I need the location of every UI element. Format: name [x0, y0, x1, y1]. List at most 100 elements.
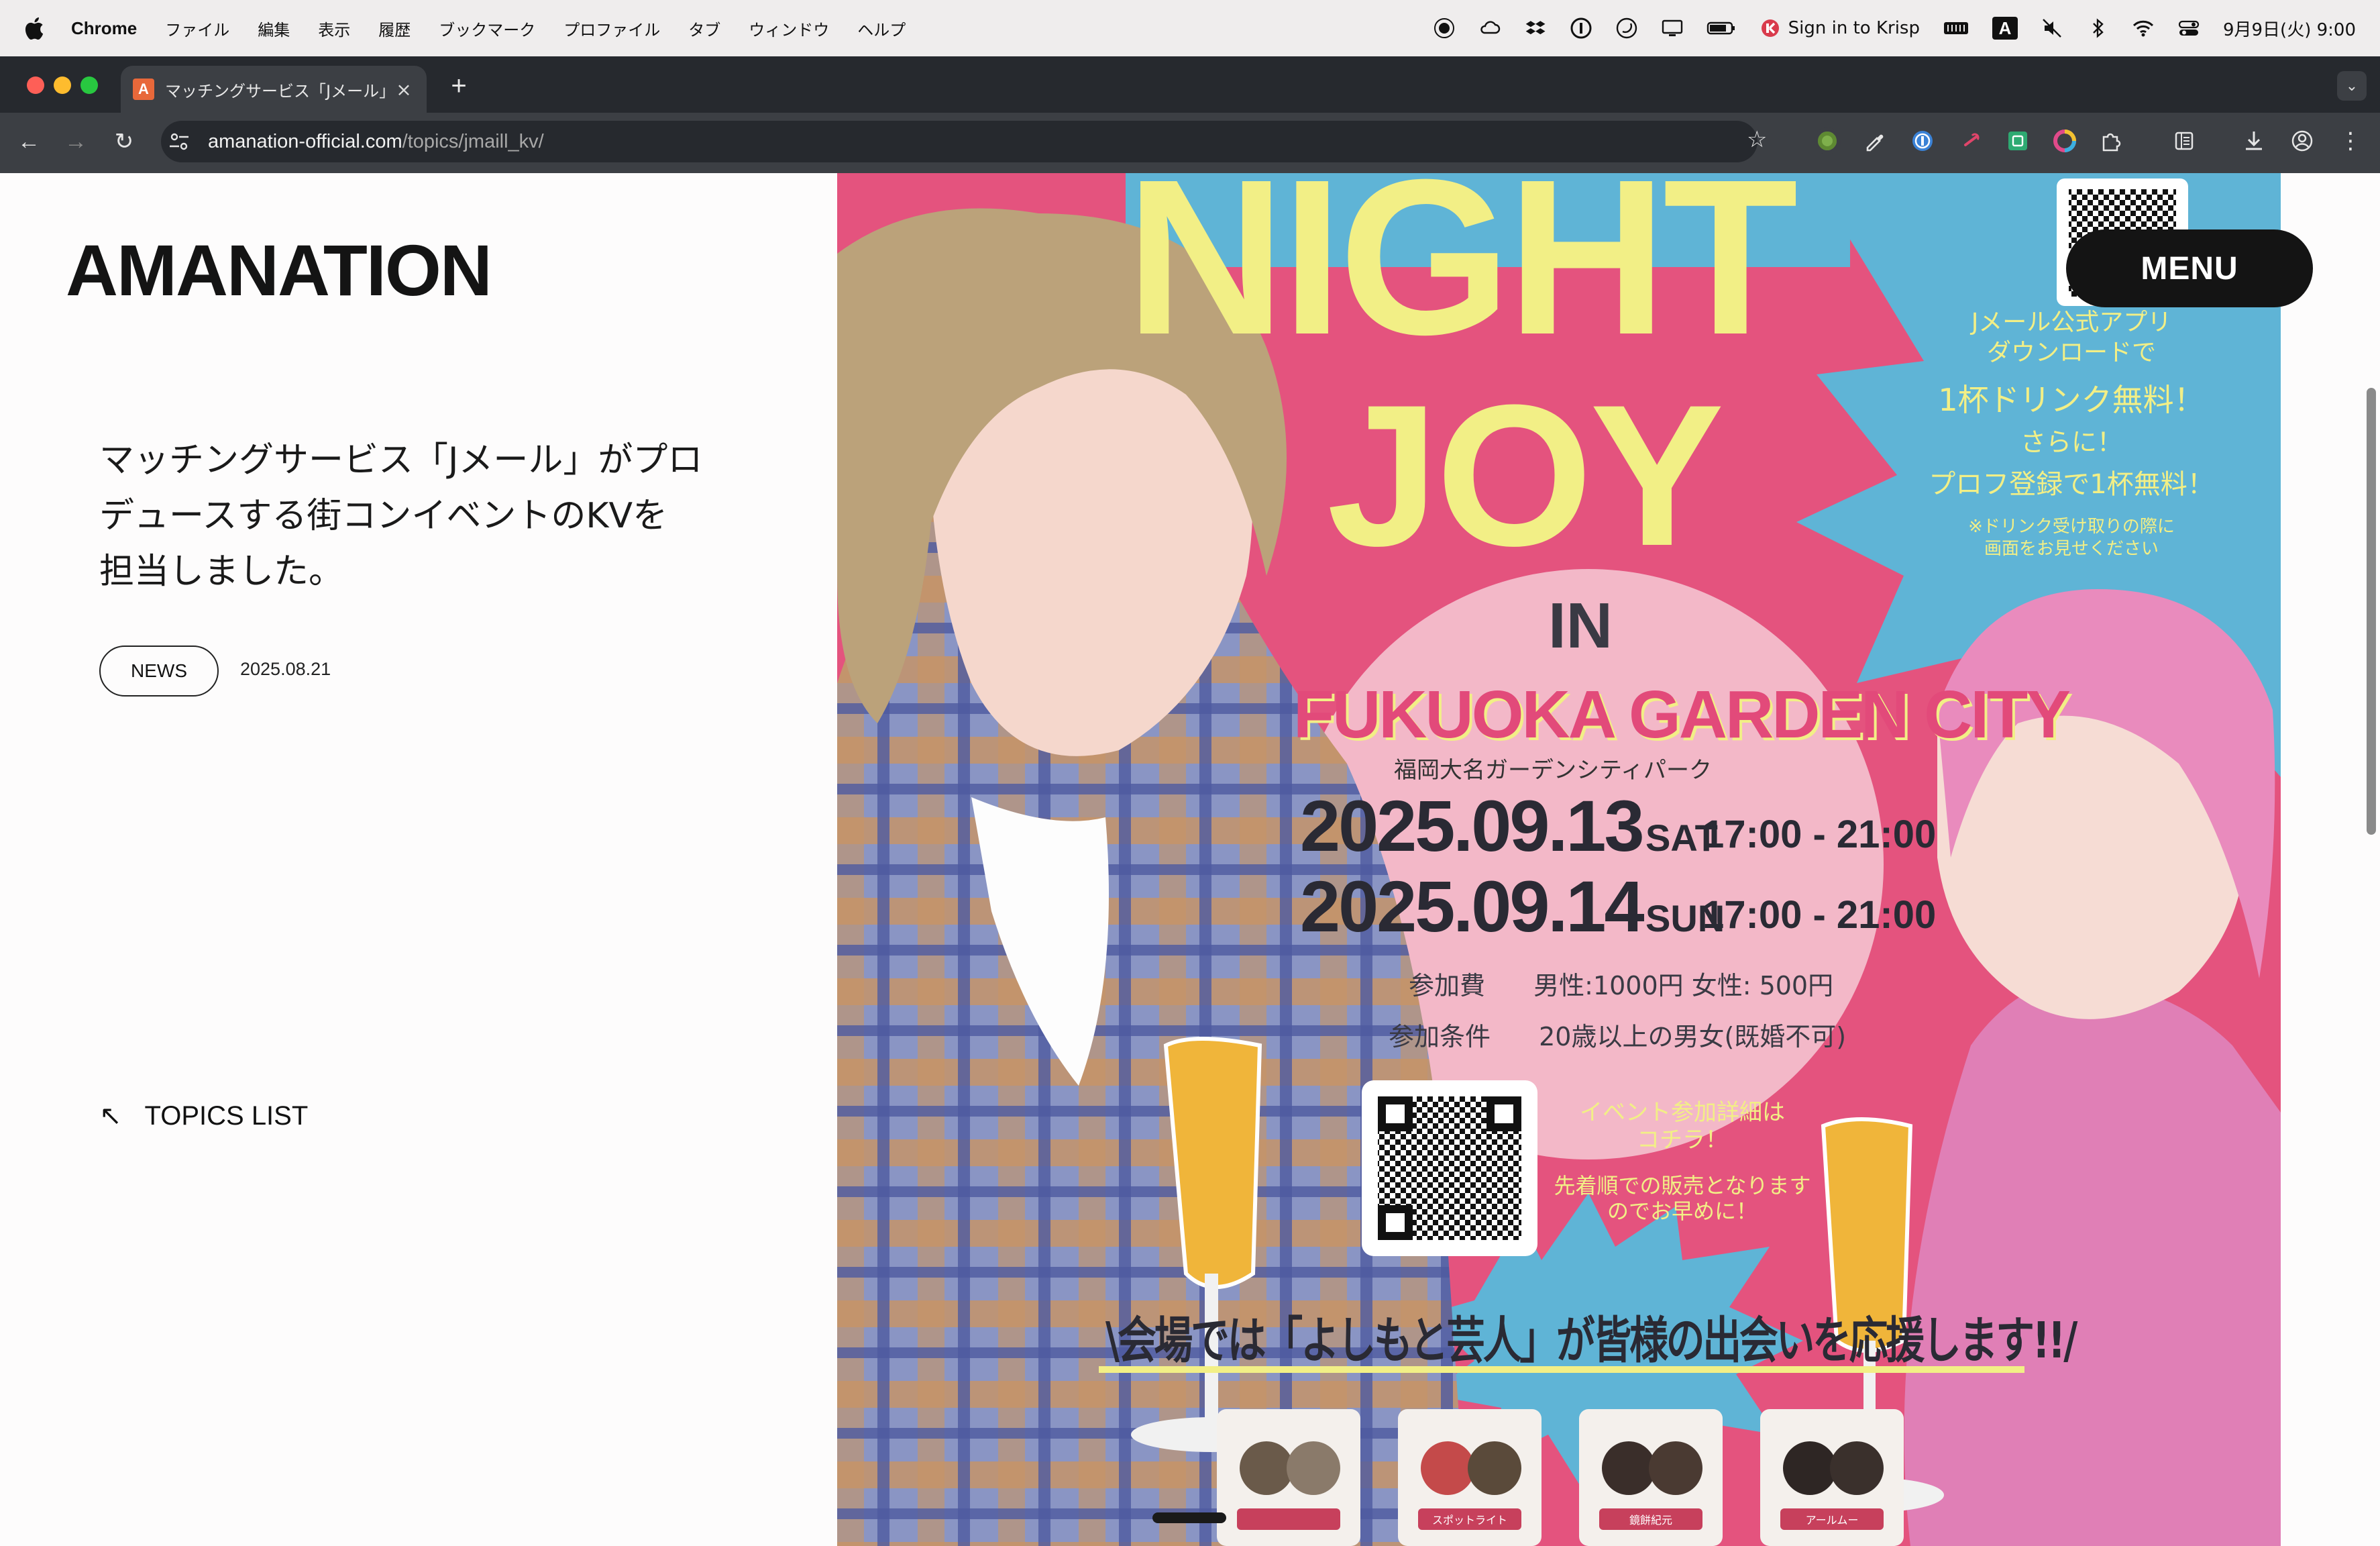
promo-line-3: 1杯ドリンク無料！ — [1938, 382, 2205, 418]
status-area: Sign in to Krisp A 9月9日(火) 9:00 — [1433, 0, 2356, 56]
record-icon[interactable] — [1433, 17, 1456, 40]
new-tab-button[interactable]: + — [443, 70, 475, 102]
details-line-2: コチラ！ — [1637, 1126, 1728, 1153]
topics-list-link[interactable]: ↖ TOPICS LIST — [99, 1100, 308, 1131]
poster-date-1: 2025.09.13 SAT — [1300, 784, 1718, 868]
clock[interactable]: 9月9日(火) 9:00 — [2223, 16, 2356, 41]
publish-date: 2025.08.21 — [240, 659, 331, 679]
poster-fee-row: 参加費 男性:1000円 女性: 500円 — [1409, 965, 1833, 1002]
display-icon[interactable] — [1661, 17, 1684, 40]
apple-logo-icon[interactable] — [24, 15, 47, 42]
download-icon[interactable] — [2240, 127, 2267, 154]
promo-line-2: ダウンロードで — [1986, 339, 2156, 366]
reload-icon[interactable]: ↻ — [107, 125, 141, 158]
tab-search-chevron-icon[interactable]: ⌄ — [2337, 71, 2367, 101]
chrome-menu-kebab-icon[interactable]: ⋮ — [2337, 127, 2364, 154]
forward-arrow-icon[interactable]: → — [59, 125, 93, 158]
close-window-button[interactable] — [27, 76, 44, 94]
promo-line-7: 画面をお見せください — [1984, 538, 2159, 559]
volume-muted-icon[interactable] — [2041, 17, 2063, 40]
extension-green-icon[interactable] — [1814, 127, 1841, 154]
profile-avatar-icon[interactable] — [2289, 127, 2316, 154]
puzzle-extensions-icon[interactable] — [2098, 127, 2125, 154]
details-line-1: イベント参加詳細は — [1580, 1099, 1785, 1126]
promo-line-1: Jメール公式アプリ — [1971, 309, 2172, 336]
performer-label-2: スポットライト — [1431, 1514, 1507, 1527]
system-menubar: Chrome ファイル 編集 表示 履歴 ブックマーク プロファイル タブ ウィ… — [0, 0, 2380, 56]
keyboard-brightness-icon[interactable] — [1943, 17, 1969, 40]
promo-line-6: ※ドリンク受け取りの際に — [1968, 517, 2175, 537]
carousel-indicator[interactable] — [1152, 1512, 1226, 1523]
poster-banner: \会場では「よしもと芸人」が皆様の出会いを応援します!!/ — [1105, 1312, 2077, 1370]
page-scrollbar[interactable] — [2367, 388, 2376, 835]
poster-promo: Jメール公式アプリ ダウンロードで 1杯ドリンク無料！ さらに！ プロフ登録で1… — [1910, 307, 2232, 560]
menu-view[interactable]: 表示 — [318, 17, 350, 40]
back-arrow-icon[interactable]: ← — [12, 125, 46, 158]
poster-condition-label: 参加条件 — [1389, 1022, 1491, 1051]
wifi-icon[interactable] — [2132, 17, 2155, 40]
poster-time-2: 17:00 - 21:00 — [1702, 893, 1937, 937]
menu-bookmarks[interactable]: ブックマーク — [439, 17, 535, 40]
active-tab[interactable]: A マッチングサービス「Jメール」/ × — [121, 66, 427, 113]
cloud-sync-icon[interactable] — [1478, 17, 1501, 40]
poster-condition-value: 20歳以上の男女(既婚不可) — [1539, 1022, 1847, 1051]
headline-line-3: 担当しました。 — [99, 552, 344, 592]
eyedropper-icon[interactable] — [1861, 127, 1888, 154]
site-logo[interactable]: AMANATION — [66, 228, 492, 312]
poster-fee-label: 参加費 — [1409, 971, 1486, 1000]
app-menus: Chrome ファイル 編集 表示 履歴 ブックマーク プロファイル タブ ウィ… — [71, 0, 934, 56]
poster-time-1: 17:00 - 21:00 — [1702, 813, 1937, 856]
krisp-label: Sign in to Krisp — [1788, 18, 1920, 38]
article-headline: マッチングサービス「Jメール」がプロ デュースする街コンイベントのKVを 担当し… — [99, 433, 703, 600]
poster-in: IN — [1548, 590, 1613, 662]
url-path: /topics/jmaill_kv/ — [402, 130, 544, 152]
menu-help[interactable]: ヘルプ — [857, 17, 906, 40]
control-center-icon[interactable] — [2177, 17, 2200, 40]
menu-edit[interactable]: 編集 — [258, 17, 290, 40]
topics-list-label: TOPICS LIST — [144, 1100, 309, 1131]
screen-capture-icon[interactable] — [2004, 127, 2031, 154]
menu-history[interactable]: 履歴 — [378, 17, 411, 40]
minimize-window-button[interactable] — [54, 76, 71, 94]
performer-label-4: アールムー — [1805, 1514, 1859, 1527]
menu-window[interactable]: ウィンドウ — [749, 17, 829, 40]
tab-title: マッチングサービス「Jメール」/ — [165, 81, 393, 101]
reading-list-icon[interactable] — [2171, 127, 2198, 154]
moon-shield-icon[interactable] — [1615, 17, 1638, 40]
menu-button[interactable]: MENU — [2066, 229, 2313, 307]
event-poster: NIGHT JOY IN FUKUOKA GARDEN CITY 福岡大名ガーデ… — [837, 173, 2281, 1546]
password-manager-icon[interactable] — [1909, 127, 1936, 154]
tab-close-icon[interactable]: × — [393, 79, 415, 101]
site-settings-icon[interactable] — [168, 130, 191, 153]
headline-line-1: マッチングサービス「Jメール」がプロ — [99, 440, 703, 480]
color-picker-icon[interactable] — [2051, 127, 2078, 154]
url-host: amanation-official.com — [208, 130, 402, 152]
menu-file[interactable]: ファイル — [165, 17, 229, 40]
poster-date2: 2025.09.14 — [1300, 866, 1645, 947]
bookmark-star-icon[interactable]: ☆ — [1747, 126, 1767, 153]
poster-title-night: NIGHT — [1126, 173, 1798, 380]
address-bar[interactable]: amanation-official.com/topics/jmaill_kv/ — [161, 121, 1757, 162]
performer-label-3: 鏡餅紀元 — [1629, 1514, 1672, 1527]
details-line-4: のでお早めに！ — [1607, 1198, 1757, 1224]
poster-date-2: 2025.09.14 SUN — [1300, 864, 1725, 948]
poster-venue-en: FUKUOKA GARDEN CITY — [1293, 677, 2071, 752]
promo-line-5: プロフ登録で1杯無料！ — [1929, 469, 2214, 500]
site-favicon: A — [133, 79, 154, 100]
onepassword-icon[interactable] — [1570, 17, 1592, 40]
krisp-signin[interactable]: Sign in to Krisp — [1759, 17, 1920, 40]
krisp-icon — [1761, 19, 1779, 37]
poster-fee-value: 男性:1000円 女性: 500円 — [1533, 971, 1834, 1000]
menu-tab[interactable]: タブ — [688, 17, 720, 40]
link-extension-icon[interactable] — [1957, 127, 1984, 154]
zoom-window-button[interactable] — [80, 76, 98, 94]
bluetooth-icon[interactable] — [2086, 17, 2109, 40]
menu-app-name[interactable]: Chrome — [71, 18, 137, 39]
input-source-indicator[interactable]: A — [1992, 17, 2018, 40]
dropbox-icon[interactable] — [1524, 17, 1547, 40]
battery-icon[interactable] — [1707, 17, 1736, 40]
category-tag[interactable]: NEWS — [99, 646, 219, 697]
promo-line-4: さらに！ — [2020, 427, 2122, 457]
menu-profiles[interactable]: プロファイル — [563, 17, 660, 40]
poster-date1: 2025.09.13 — [1300, 785, 1645, 866]
